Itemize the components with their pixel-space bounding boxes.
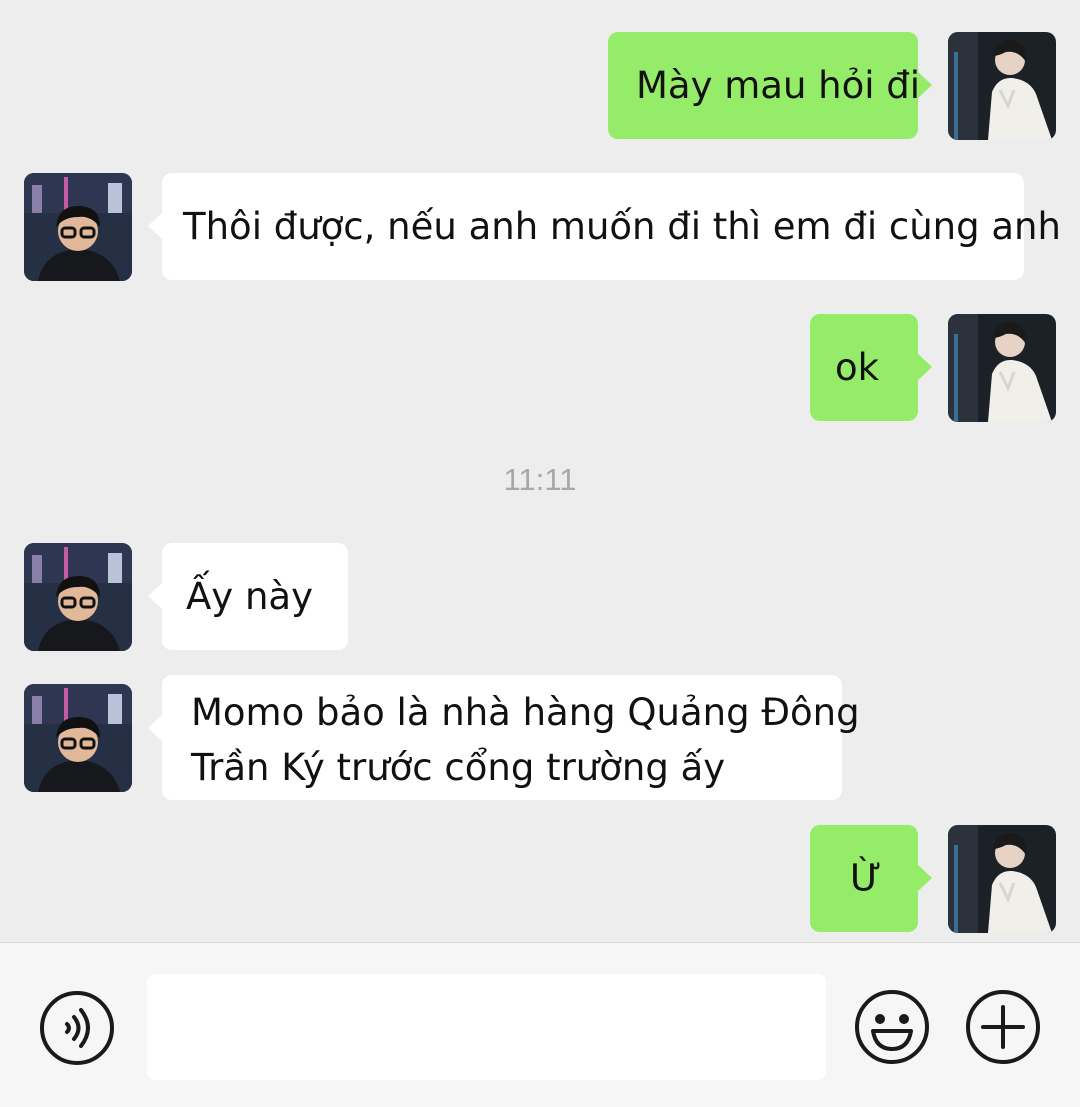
message-text: ok [835, 346, 880, 389]
self-avatar-image [948, 32, 1056, 140]
message-text-line: Momo bảo là nhà hàng Quảng Đông [191, 691, 860, 734]
chat-area[interactable]: Mày mau hỏi đi Thôi được, nếu anh muốn đ… [0, 0, 1080, 942]
contact-avatar-image [24, 173, 132, 281]
avatar-self[interactable] [948, 314, 1056, 422]
message-text: Ấy này [186, 575, 313, 618]
avatar-self[interactable] [948, 825, 1056, 933]
message-timestamp: 11:11 [503, 462, 577, 497]
message-bubble[interactable]: Ấy này [148, 543, 348, 650]
add-button[interactable] [963, 987, 1043, 1067]
plus-icon [966, 990, 1040, 1064]
self-avatar-image [948, 825, 1056, 933]
emoji-icon [855, 990, 929, 1064]
contact-avatar-image [24, 543, 132, 651]
emoji-button[interactable] [852, 987, 932, 1067]
avatar-contact[interactable] [24, 543, 132, 651]
input-bar [0, 942, 1080, 1107]
avatar-contact[interactable] [24, 173, 132, 281]
voice-icon [40, 991, 114, 1065]
message-bubble[interactable]: ok [810, 314, 932, 421]
self-avatar-image [948, 314, 1056, 422]
contact-avatar-image [24, 684, 132, 792]
voice-button[interactable] [37, 988, 117, 1068]
message-text: Ừ [850, 857, 882, 900]
message-text-line: Trần Ký trước cổng trường ấy [191, 746, 726, 789]
avatar-self[interactable] [948, 32, 1056, 140]
avatar-contact[interactable] [24, 684, 132, 792]
message-input[interactable] [147, 974, 826, 1080]
message-bubble[interactable]: Mày mau hỏi đi [608, 32, 932, 139]
message-text: Thôi được, nếu anh muốn đi thì em đi cùn… [183, 205, 1061, 248]
message-text: Mày mau hỏi đi [636, 64, 921, 107]
message-bubble[interactable]: Ừ [810, 825, 932, 932]
message-bubble[interactable]: Thôi được, nếu anh muốn đi thì em đi cùn… [148, 173, 1061, 280]
message-bubble[interactable]: Momo bảo là nhà hàng Quảng Đông Trần Ký … [148, 675, 860, 800]
